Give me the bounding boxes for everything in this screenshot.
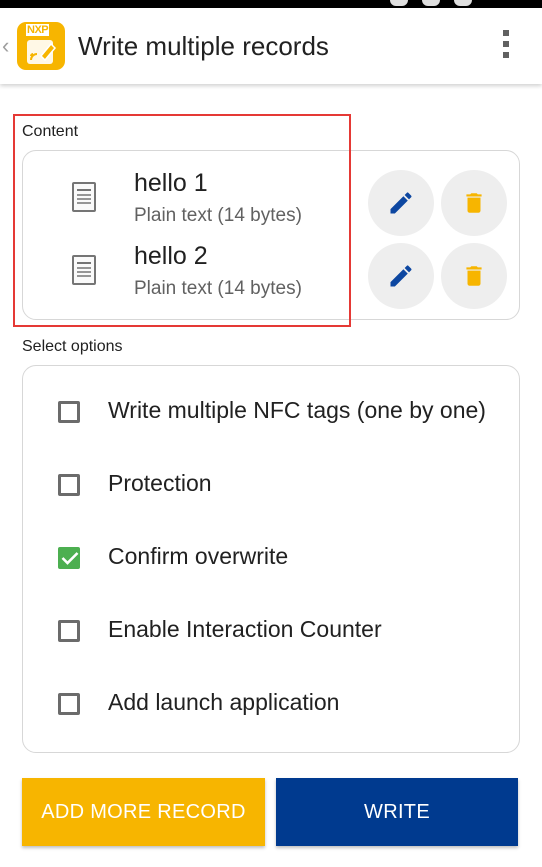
options-card: Write multiple NFC tags (one by one) Pro… [22,365,520,753]
text-document-icon [72,255,96,285]
pencil-icon [390,265,412,287]
checkmark-icon [61,552,79,565]
record-title: hello 1 [134,169,208,197]
record-subtitle: Plain text (14 bytes) [134,278,302,299]
checkbox[interactable] [58,693,80,715]
record-item[interactable]: hello 1 Plain text (14 bytes) [23,165,521,239]
option-write-multiple-tags[interactable]: Write multiple NFC tags (one by one) [23,387,521,443]
option-label: Write multiple NFC tags (one by one) [108,397,486,423]
write-button[interactable]: WRITE [276,778,518,846]
edit-record-button[interactable] [368,243,434,309]
option-label: Enable Interaction Counter [108,616,382,642]
checkbox-checked[interactable] [58,547,80,569]
records-card: hello 1 Plain text (14 bytes) hello 2 Pl… [22,150,520,320]
edit-record-button[interactable] [368,170,434,236]
option-label: Protection [108,470,212,496]
back-caret-icon[interactable]: ‹ [2,32,9,60]
trash-icon [466,266,482,286]
checkbox[interactable] [58,401,80,423]
status-icon [422,0,440,6]
text-document-icon [72,182,96,212]
nfc-tag-writer-logo[interactable]: NXP [17,22,65,70]
checkbox[interactable] [58,474,80,496]
record-item[interactable]: hello 2 Plain text (14 bytes) [23,238,521,312]
status-icon [454,0,472,6]
status-bar [0,0,542,8]
delete-record-button[interactable] [441,170,507,236]
trash-icon [466,193,482,213]
option-interaction-counter[interactable]: Enable Interaction Counter [23,606,521,662]
app-bar: ‹ NXP Write multiple records [0,8,542,84]
status-icon [390,0,408,6]
pencil-icon [390,192,412,214]
option-confirm-overwrite[interactable]: Confirm overwrite [23,533,521,589]
page-title: Write multiple records [78,31,329,61]
add-more-record-button[interactable]: ADD MORE RECORD [22,778,265,846]
option-label: Add launch application [108,689,340,715]
tag-pen-icon [27,40,57,64]
delete-record-button[interactable] [441,243,507,309]
option-protection[interactable]: Protection [23,460,521,516]
option-label: Confirm overwrite [108,543,289,569]
options-section-label: Select options [22,338,123,355]
checkbox[interactable] [58,620,80,642]
content-section-label: Content [22,123,79,140]
status-icons [390,0,472,8]
option-launch-application[interactable]: Add launch application [23,679,521,735]
record-title: hello 2 [134,242,208,270]
record-subtitle: Plain text (14 bytes) [134,205,302,226]
overflow-menu-icon[interactable] [500,30,512,64]
